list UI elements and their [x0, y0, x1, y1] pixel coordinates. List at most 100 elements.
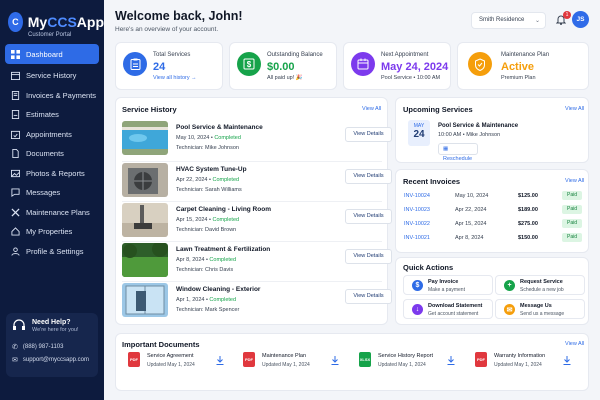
view-details-button[interactable]: View Details: [345, 169, 392, 184]
pool-photo: [122, 121, 168, 155]
action-title: Download Statement: [428, 303, 483, 309]
invoice-row[interactable]: INV-10023 Apr 22, 2024 $189.00 Paid: [404, 205, 584, 218]
app-logo[interactable]: C MyCCSApp: [0, 0, 104, 36]
view-details-button[interactable]: View Details: [345, 249, 392, 264]
download-icon[interactable]: [447, 356, 455, 365]
sidebar-item-messages[interactable]: Messages: [5, 183, 99, 203]
pdf-file-icon: PDF: [243, 352, 255, 367]
stat-card-next-appointment[interactable]: Next Appointment May 24, 2024 Pool Servi…: [343, 42, 451, 90]
sidebar-item-label: My Properties: [26, 227, 73, 237]
action-subtitle: Send us a message: [520, 311, 565, 317]
invoice-id[interactable]: INV-10024: [404, 193, 430, 199]
invoices-view-all[interactable]: View All: [565, 178, 584, 184]
action-subtitle: Schedule a new job: [520, 287, 564, 293]
document-item[interactable]: XLSX Service History Report Updated May …: [352, 348, 459, 382]
invoice-row[interactable]: INV-10024 May 10, 2024 $125.00 Paid: [404, 191, 584, 204]
download-statement-action[interactable]: ↓ Download Statement Get account stateme…: [403, 299, 493, 319]
service-row: Pool Service & Maintenance May 10, 2024 …: [122, 121, 392, 161]
stat-label: Maintenance Plan: [501, 52, 550, 58]
sidebar-item-documents[interactable]: Documents: [5, 144, 99, 164]
reschedule-label: Reschedule: [443, 156, 473, 162]
view-details-button[interactable]: View Details: [345, 289, 392, 304]
sidebar-item-properties[interactable]: My Properties: [5, 222, 99, 242]
invoice-row[interactable]: INV-10021 Apr 8, 2024 $150.00 Paid: [404, 233, 584, 246]
service-title: HVAC System Tune-Up: [176, 166, 247, 173]
invoice-date: May 10, 2024: [455, 193, 489, 199]
view-all-history-link[interactable]: View all history →: [153, 75, 197, 81]
section-title: Quick Actions: [403, 263, 454, 272]
divider: [122, 201, 382, 202]
app-subtitle: Customer Portal: [28, 32, 72, 38]
download-icon[interactable]: [563, 356, 571, 365]
pdf-file-icon: PDF: [128, 352, 140, 367]
invoice-amount: $189.00: [518, 207, 538, 213]
download-icon: ↓: [412, 304, 423, 315]
invoice-icon: [11, 90, 20, 100]
avatar[interactable]: JS: [572, 11, 589, 28]
sidebar-item-service-history[interactable]: Service History: [5, 66, 99, 86]
document-item[interactable]: PDF Service Agreement Updated May 1, 202…: [121, 348, 228, 382]
sidebar-item-label: Messages: [26, 188, 61, 198]
sidebar-item-invoices[interactable]: Invoices & Payments: [5, 86, 99, 106]
upcoming-view-all[interactable]: View All: [565, 106, 584, 112]
document-updated: Updated May 1, 2024: [378, 362, 426, 368]
document-icon: [12, 149, 19, 159]
service-date: Apr 22, 2024 • Completed: [176, 177, 240, 183]
document-title: Maintenance Plan: [262, 353, 307, 359]
carpet-photo: [122, 203, 168, 237]
help-email[interactable]: ✉ support@myccsapp.com: [12, 356, 92, 364]
document-item[interactable]: PDF Warranty Information Updated May 1, …: [468, 348, 575, 382]
sidebar-item-appointments[interactable]: Appointments: [5, 125, 99, 145]
request-service-action[interactable]: + Request Service Schedule a new job: [495, 275, 585, 295]
message-us-action[interactable]: ✉ Message Us Send us a message: [495, 299, 585, 319]
invoice-id[interactable]: INV-10023: [404, 207, 430, 213]
pay-invoice-action[interactable]: $ Pay Invoice Make a payment: [403, 275, 493, 295]
shield-icon: [468, 52, 492, 76]
view-details-button[interactable]: View Details: [345, 127, 392, 142]
service-history-view-all[interactable]: View All: [362, 106, 381, 112]
action-subtitle: Get account statement: [428, 311, 479, 317]
service-technician: Technician: Mike Johnson: [176, 145, 239, 151]
stat-sub: Pool Service • 10:00 AM: [381, 75, 441, 81]
document-updated: Updated May 1, 2024: [494, 362, 542, 368]
stat-card-outstanding-balance[interactable]: $ Outstanding Balance $0.00 All paid up!…: [229, 42, 337, 90]
sidebar-item-profile[interactable]: Profile & Settings: [5, 242, 99, 262]
documents-view-all[interactable]: View All: [565, 341, 584, 347]
chat-icon: [11, 188, 20, 198]
document-item[interactable]: PDF Maintenance Plan Updated May 1, 2024: [236, 348, 343, 382]
clipboard-icon: [123, 52, 147, 76]
home-icon: [11, 227, 20, 236]
calendar-check-icon: [11, 130, 20, 139]
stat-value: May 24, 2024: [381, 61, 449, 73]
calendar-icon: [351, 52, 375, 76]
property-select-value: Smith Residence: [479, 17, 525, 23]
sidebar-item-label: Photos & Reports: [26, 168, 85, 178]
download-icon[interactable]: [331, 356, 339, 365]
document-title: Service History Report: [378, 353, 434, 359]
stat-sub: All paid up! 🎉: [267, 75, 303, 81]
sidebar-item-estimates[interactable]: Estimates: [5, 105, 99, 125]
service-date: May 10, 2024 • Completed: [176, 135, 241, 141]
sidebar-item-label: Invoices & Payments: [26, 90, 97, 100]
invoice-amount: $125.00: [518, 193, 538, 199]
help-phone[interactable]: ✆ (888) 987-1103: [12, 343, 92, 351]
invoice-id[interactable]: INV-10022: [404, 221, 430, 227]
sidebar-item-photos[interactable]: Photos & Reports: [5, 164, 99, 184]
stat-card-maintenance-plan[interactable]: Maintenance Plan Active Premium Plan: [457, 42, 589, 90]
divider: [122, 161, 382, 162]
stat-card-total-services[interactable]: Total Services 24 View all history →: [115, 42, 223, 90]
sidebar-item-dashboard[interactable]: Dashboard: [5, 44, 99, 64]
download-icon[interactable]: [216, 356, 224, 365]
document-title: Warranty Information: [494, 353, 546, 359]
upcoming-services-panel: Upcoming Services View All MAY 24 Pool S…: [395, 97, 589, 163]
plus-icon: +: [504, 280, 515, 291]
section-title: Upcoming Services: [403, 105, 473, 114]
invoice-id[interactable]: INV-10021: [404, 235, 430, 241]
image-icon: [11, 169, 20, 177]
service-title: Carpet Cleaning - Living Room: [176, 206, 271, 213]
invoice-row[interactable]: INV-10022 Apr 15, 2024 $275.00 Paid: [404, 219, 584, 232]
reschedule-button[interactable]: ▦ Reschedule: [438, 143, 478, 162]
property-select[interactable]: Smith Residence ⌄: [471, 12, 546, 29]
sidebar-item-maintenance-plans[interactable]: Maintenance Plans: [5, 203, 99, 223]
view-details-button[interactable]: View Details: [345, 209, 392, 224]
